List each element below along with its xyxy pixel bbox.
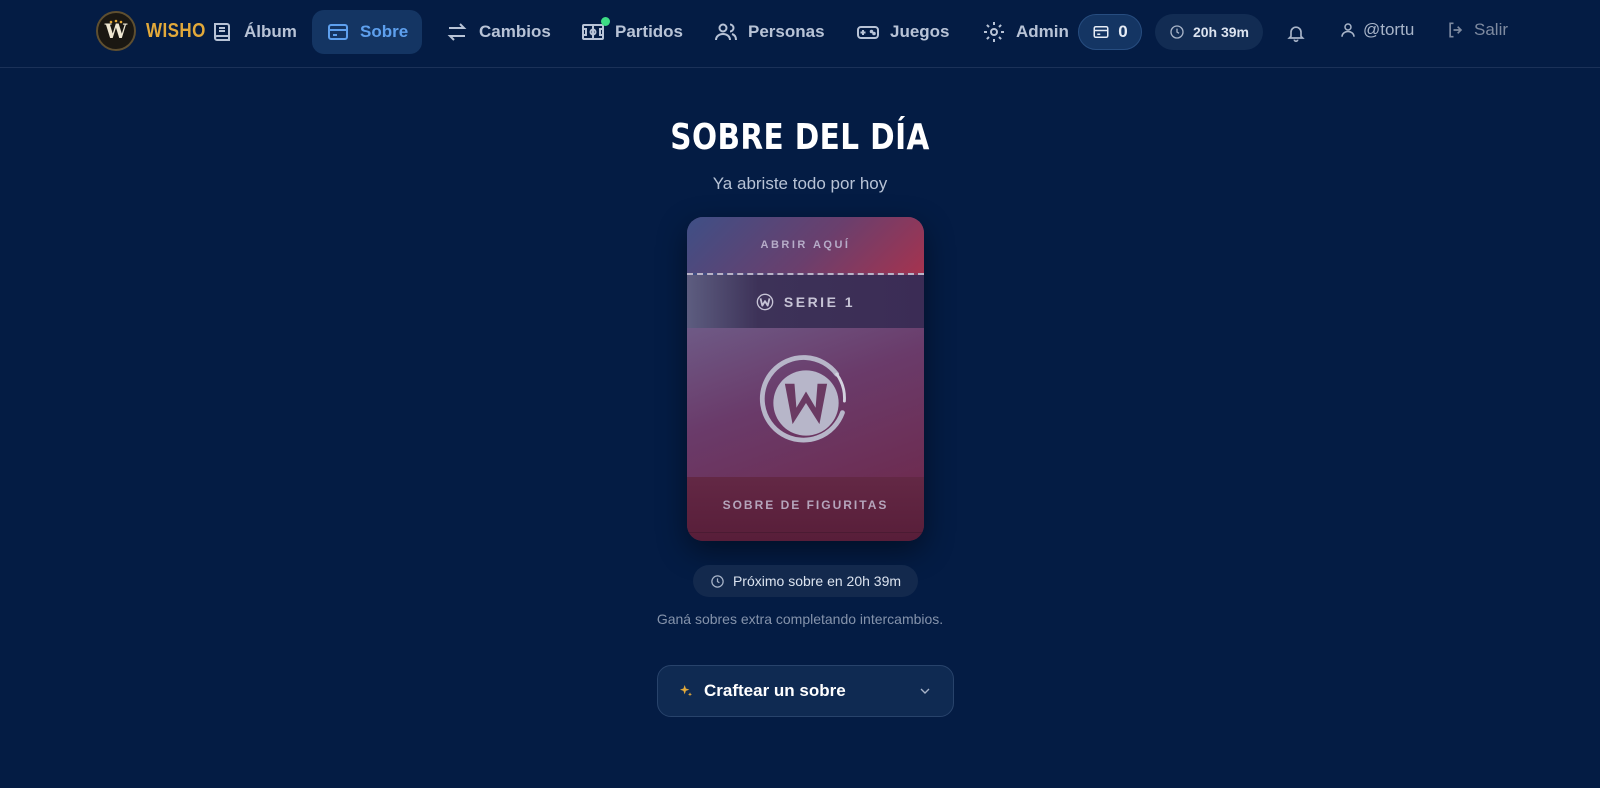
swap-arrows-icon <box>447 23 467 41</box>
nav-item-juegos[interactable]: Juegos <box>842 10 964 54</box>
nav-item-album[interactable]: Álbum <box>196 10 311 54</box>
nav-label-album: Álbum <box>244 22 297 41</box>
extra-packs-hint: Ganá sobres extra completando intercambi… <box>656 611 944 627</box>
pack-tear-label: ABRIR AQUÍ <box>760 239 851 251</box>
craft-pack-button[interactable]: Craftear un sobre <box>657 665 954 717</box>
sticker-pack[interactable]: ABRIR AQUÍ SERIE 1 SOBRE DE FIGURITAS <box>687 217 924 541</box>
logout-button[interactable]: Salir <box>1446 20 1508 40</box>
brand-w-icon <box>756 293 774 310</box>
book-icon <box>214 23 230 41</box>
nav-item-partidos[interactable]: Partidos <box>567 10 697 54</box>
pack-edge-divider <box>687 532 924 533</box>
nav-item-personas[interactable]: Personas <box>700 10 839 54</box>
nav-label-cambios: Cambios <box>479 22 551 41</box>
sparkles-icon <box>680 685 692 697</box>
brand-w-logo-icon <box>759 354 846 442</box>
nav-label-sobre: Sobre <box>360 22 409 41</box>
nav-label-juegos: Juegos <box>890 22 950 41</box>
craft-pack-label: Craftear un sobre <box>704 681 846 700</box>
nav-item-cambios[interactable]: Cambios <box>431 10 565 54</box>
page-title: SOBRE DEL DÍA <box>670 117 930 158</box>
timer-value: 20h 39m <box>1192 24 1250 40</box>
user-icon <box>1341 23 1355 37</box>
logout-icon <box>1449 22 1463 38</box>
next-pack-label: Próximo sobre en 20h 39m <box>732 573 902 589</box>
pack-series-band: SERIE 1 <box>687 275 924 328</box>
live-status-dot <box>601 17 610 26</box>
svg-text:W: W <box>104 19 128 43</box>
notifications-button[interactable] <box>1283 20 1309 46</box>
nav-item-sobre[interactable]: Sobre <box>312 10 422 54</box>
nav-item-admin[interactable]: Admin <box>968 10 1083 54</box>
top-navbar: W WISHO Álbum Sobre Cambios Partidos Per… <box>0 0 1600 68</box>
pack-series-label: SERIE 1 <box>783 293 856 310</box>
card-icon <box>1093 26 1109 38</box>
pack-tear-strip[interactable]: ABRIR AQUÍ <box>687 217 924 275</box>
gear-icon <box>984 22 1004 42</box>
wallet-count: 0 <box>1118 22 1128 41</box>
user-profile-link[interactable]: @tortu <box>1339 20 1414 40</box>
timer-pill: 20h 39m <box>1155 14 1263 50</box>
gamepad-icon <box>857 26 879 39</box>
pack-body <box>687 328 924 477</box>
nav-label-partidos: Partidos <box>615 22 684 41</box>
users-icon <box>715 23 737 41</box>
pack-bottom-label: SOBRE DE FIGURITAS <box>722 498 889 512</box>
nav-label-personas: Personas <box>748 22 825 41</box>
logout-label: Salir <box>1474 20 1509 39</box>
clock-icon <box>1170 25 1184 39</box>
next-pack-timer: Próximo sobre en 20h 39m <box>693 565 918 597</box>
clock-icon <box>711 574 724 588</box>
wallet-pill[interactable]: 0 <box>1078 14 1142 50</box>
chevron-down-icon <box>920 688 930 694</box>
username: @tortu <box>1363 20 1415 39</box>
card-icon <box>328 24 348 40</box>
nav-label-admin: Admin <box>1016 22 1069 41</box>
bell-icon <box>1287 26 1305 43</box>
brand-logo-icon: W <box>96 11 136 51</box>
page-subtitle: Ya abriste todo por hoy <box>712 174 888 193</box>
